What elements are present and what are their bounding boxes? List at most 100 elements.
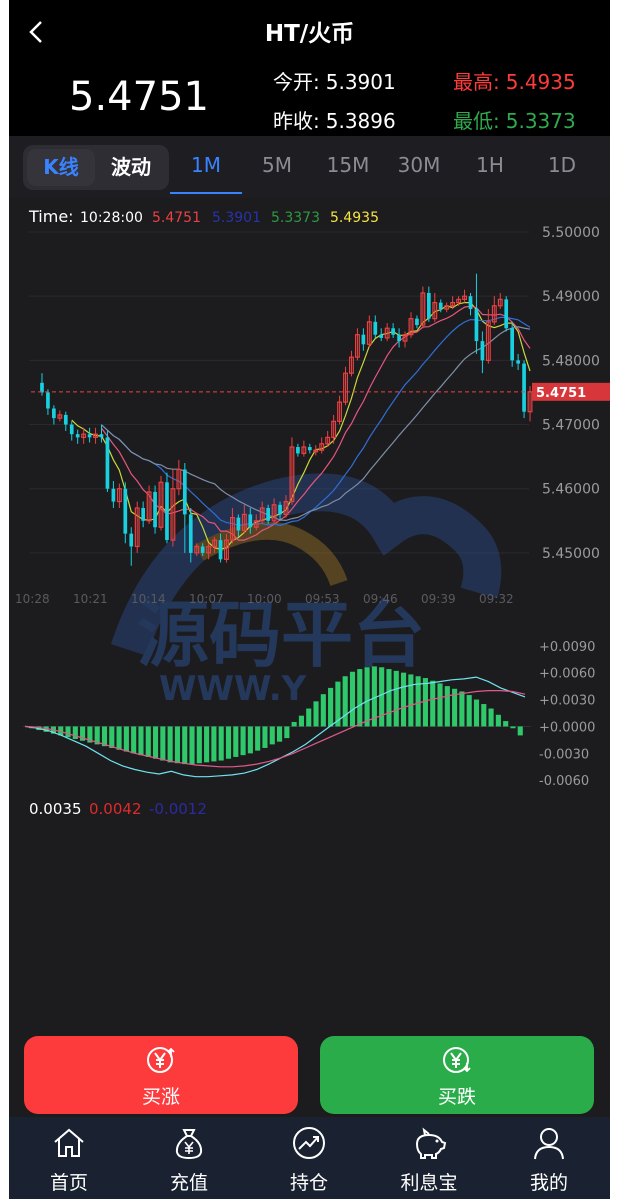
nav-label-home: 首页: [49, 1172, 88, 1194]
buy-up-button[interactable]: 买涨: [24, 1036, 298, 1114]
bottom-nav: 首页 充值 持仓 利息宝 我的: [9, 1117, 610, 1199]
candle-body: [182, 469, 187, 515]
candle: [105, 430, 110, 492]
macd-bar: [240, 726, 246, 756]
tab-kline[interactable]: K线: [27, 149, 95, 186]
candle-body: [111, 488, 116, 502]
candle: [361, 328, 366, 351]
tab-wave[interactable]: 波动: [97, 149, 165, 186]
chart-tabs: K线 波动 1M 5M 15M 30M 1H 1D: [9, 136, 610, 198]
high-stat: 最高: 5.4935: [453, 66, 576, 95]
macd-bar: [131, 726, 137, 754]
candle: [52, 405, 56, 425]
candle: [99, 424, 104, 443]
candle: [510, 321, 515, 367]
nav-item-positions[interactable]: 持仓: [249, 1117, 369, 1199]
macd-tick-label: +0.0090: [539, 640, 595, 655]
candle-body: [480, 341, 485, 361]
candle: [474, 273, 479, 354]
candle: [141, 501, 146, 528]
info-time-label: Time:: [28, 207, 74, 226]
low-label: 最低:: [453, 109, 500, 133]
chart-mode-toggle: K线 波动: [23, 145, 169, 190]
macd-bar: [430, 680, 436, 727]
macd-bar: [488, 708, 494, 727]
macd-bar: [116, 726, 122, 750]
time-tick-label: 10:00: [247, 592, 282, 606]
candle: [176, 459, 182, 496]
last-price: 5.4751: [69, 74, 209, 120]
candle-body: [52, 408, 56, 419]
candle: [46, 389, 50, 415]
macd-tick-label: +0.0060: [539, 667, 595, 682]
candle: [337, 395, 343, 425]
macd-bar: [167, 726, 173, 763]
candle-body: [438, 302, 443, 310]
tab-period-5m[interactable]: 5M: [241, 153, 313, 177]
candle-body: [165, 482, 169, 541]
macd-bar: [277, 726, 283, 742]
ohlc-info-line: Time: 10:28:00 5.4751 5.3901 5.3373 5.4935: [28, 207, 379, 226]
macd-bar: [123, 726, 129, 752]
kline-chart-area[interactable]: 源码平台 WWW.Y 5.50000 5.49000 5.48000 5.47000 5…: [9, 198, 610, 838]
time-tick-label: 10:28: [15, 592, 50, 606]
candle: [343, 366, 348, 406]
candle-body: [415, 318, 419, 326]
tab-period-30m[interactable]: 30M: [383, 153, 455, 177]
macd-bar: [182, 726, 188, 765]
yen-down-icon: [443, 1047, 471, 1073]
active-tab-indicator: [170, 192, 242, 194]
tab-period-1d[interactable]: 1D: [526, 153, 598, 177]
nav-label-mine: 我的: [529, 1172, 568, 1194]
candle: [289, 437, 295, 505]
tab-period-1h[interactable]: 1H: [454, 153, 526, 177]
buy-down-button[interactable]: 买跌: [320, 1036, 594, 1114]
macd-bar: [189, 726, 195, 765]
candle-body: [468, 296, 473, 310]
candle: [165, 472, 169, 544]
price-tick-label: 5.49000: [542, 289, 600, 305]
macd-bar: [379, 667, 385, 727]
candle: [123, 482, 128, 544]
macd-bar: [211, 726, 217, 762]
nav-item-mine[interactable]: 我的: [489, 1117, 609, 1199]
macd-bar: [495, 714, 501, 727]
macd-bar: [145, 726, 151, 757]
macd-bar: [393, 670, 399, 727]
tab-period-15m[interactable]: 15M: [312, 153, 384, 177]
macd-bar: [459, 691, 465, 727]
candle: [93, 427, 98, 444]
macd-bar: [328, 687, 334, 727]
macd-bar: [357, 669, 363, 727]
candle: [170, 469, 176, 547]
time-tick-label: 09:32: [479, 592, 514, 606]
price-tick-label: 5.47000: [542, 418, 600, 434]
candle: [134, 501, 140, 553]
nav-item-interest[interactable]: 利息宝: [369, 1117, 489, 1199]
macd-bar: [109, 726, 115, 748]
open-stat: 今开: 5.3901: [273, 66, 396, 95]
candle: [516, 353, 520, 370]
candle-body: [266, 507, 270, 521]
time-tick-label: 10:14: [131, 592, 166, 606]
nav-item-home[interactable]: 首页: [9, 1117, 129, 1199]
candle: [296, 443, 300, 457]
macd-tick-label: +0.0030: [539, 694, 595, 709]
macd-bar: [510, 726, 516, 729]
macd-bar: [65, 726, 71, 738]
nav-label-interest: 利息宝: [400, 1172, 458, 1194]
nav-item-recharge[interactable]: 充值: [129, 1117, 249, 1199]
tab-period-1m[interactable]: 1M: [170, 153, 242, 177]
macd-bar: [386, 669, 392, 727]
info-ohlc-value: 5.4751: [152, 210, 201, 226]
kline-chart[interactable]: 源码平台 WWW.Y 5.500005.490005.480005.470005…: [9, 198, 610, 838]
macd-bar: [342, 676, 348, 727]
open-label: 今开:: [273, 70, 320, 94]
candle-body: [69, 424, 74, 435]
prev-close-value: 5.3896: [325, 109, 396, 133]
nav-label-recharge: 充值: [169, 1172, 208, 1194]
yen-up-icon: [147, 1047, 175, 1073]
macd-bar: [284, 726, 290, 739]
candle: [485, 309, 491, 364]
macd-bar: [517, 726, 523, 736]
